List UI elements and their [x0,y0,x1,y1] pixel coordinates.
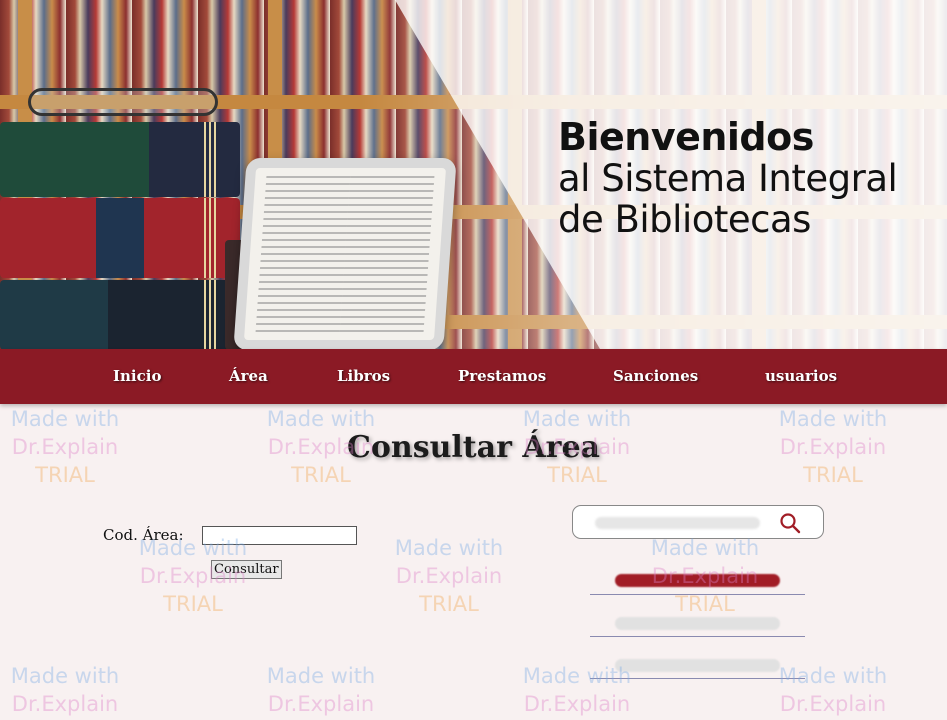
sidebar-divider [590,636,805,637]
sidebar-item[interactable] [615,659,780,672]
nav-item-prestamos[interactable]: Prestamos [458,367,546,385]
trial-watermark: Made with Dr.Explain [768,662,898,718]
welcome-line-1: Bienvenidos [558,115,814,159]
header-banner: Bienvenidos al Sistema Integral de Bibli… [0,0,947,349]
watermark-line: Made with [10,664,120,688]
sidebar-divider [590,678,805,679]
trial-watermark: Made with Dr.Explain [256,662,386,718]
nav-item-area[interactable]: Área [229,367,268,385]
watermark-line: Made with [10,407,120,431]
glasses-image [28,88,218,116]
book-stack-image [0,198,240,278]
tablet-image [233,158,457,349]
watermark-line: Made with [522,407,632,431]
watermark-line: TRIAL [35,463,95,487]
watermark-line: Dr.Explain [779,692,887,716]
cod-area-input[interactable] [202,526,357,545]
search-icon[interactable] [779,512,801,534]
watermark-line: Dr.Explain [267,692,375,716]
book-stack-image [0,122,240,197]
trial-watermark: Made with Dr.Explain TRIAL [384,534,514,618]
nav-item-sanciones[interactable]: Sanciones [613,367,698,385]
watermark-line: Dr.Explain [395,564,503,588]
trial-watermark: Made with Dr.Explain [0,662,130,718]
sidebar-search-box[interactable] [572,505,824,539]
watermark-line: Made with [266,664,376,688]
welcome-line-2: al Sistema Integral [558,157,898,200]
nav-item-usuarios[interactable]: usuarios [765,367,837,385]
nav-item-libros[interactable]: Libros [337,367,390,385]
watermark-line: TRIAL [419,592,479,616]
watermark-line: TRIAL [547,463,607,487]
consultar-button[interactable]: Consultar [211,560,282,579]
page-title: Consultar Área [347,430,600,465]
cod-area-label: Cod. Área: [103,526,184,544]
welcome-heading: Bienvenidos al Sistema Integral de Bibli… [558,118,918,238]
welcome-line-3: de Bibliotecas [558,198,811,241]
nav-item-inicio[interactable]: Inicio [113,367,161,385]
main-navbar: Inicio Área Libros Prestamos Sanciones u… [0,349,947,404]
watermark-line: TRIAL [291,463,351,487]
tablet-page [339,176,435,332]
watermark-line: Made with [778,407,888,431]
sidebar-divider [590,594,805,595]
watermark-line: Made with [394,536,504,560]
watermark-line: TRIAL [163,592,223,616]
search-placeholder [595,517,760,529]
watermark-line: TRIAL [803,463,863,487]
tablet-page [255,176,351,332]
book-stack-image [0,280,240,349]
watermark-line: Dr.Explain [523,692,631,716]
watermark-line: Dr.Explain [11,692,119,716]
watermark-line: Made with [778,664,888,688]
sidebar-item-active[interactable] [615,574,780,587]
sidebar-item[interactable] [615,617,780,630]
watermark-line: Made with [266,407,376,431]
